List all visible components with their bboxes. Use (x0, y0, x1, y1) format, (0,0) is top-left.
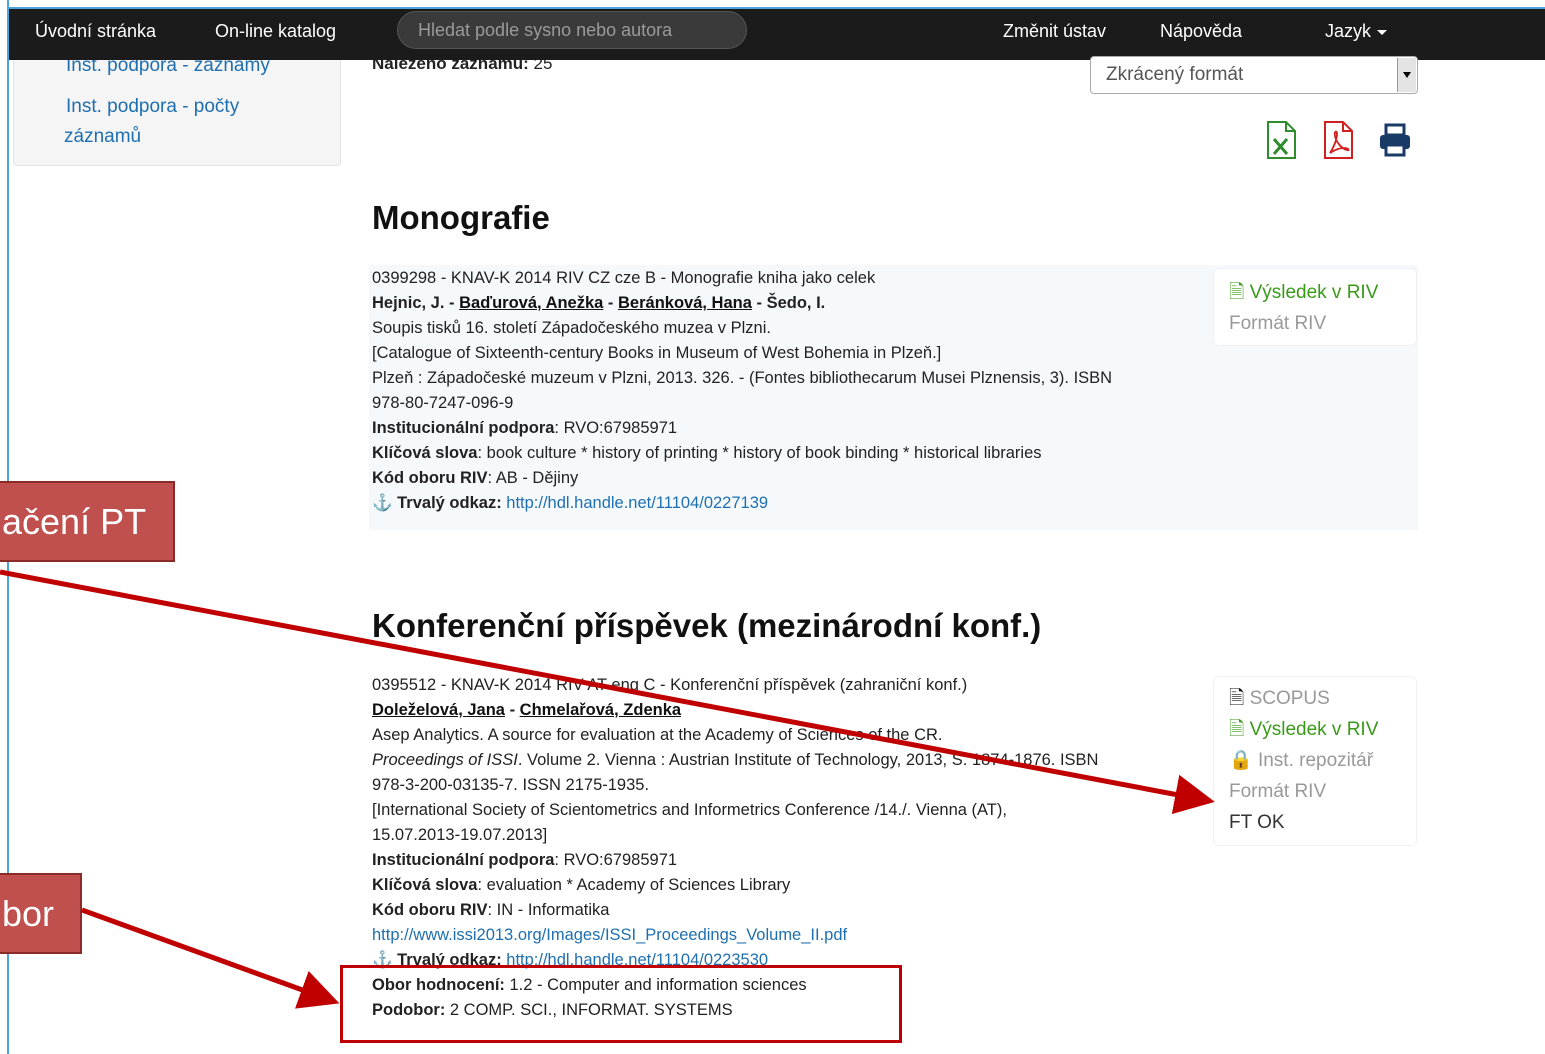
scopus-label: SCOPUS (1249, 688, 1330, 709)
record-id-line: 0395512 - KNAV-K 2014 RIV AT eng C - Kon… (372, 676, 968, 694)
document-icon: 🗎 (1229, 282, 1245, 303)
record-conference-info: [International Society of Scientometrics… (372, 801, 1007, 819)
riv-result-link[interactable]: 🗎 Výsledek v RIV (1229, 277, 1378, 308)
author: Šedo, I. (766, 294, 826, 312)
publication-details: . Volume 2. Vienna : Austrian Institute … (517, 751, 1099, 769)
record-permalink: ⚓ Trvalý odkaz: http://hdl.handle.net/11… (372, 491, 768, 516)
riv-result-label: Výsledek v RIV (1249, 282, 1379, 303)
riv-format-link[interactable]: Formát RIV (1229, 308, 1326, 339)
author-link[interactable]: Doleželová, Jana (372, 701, 505, 719)
permalink-link[interactable]: http://hdl.handle.net/11104/0227139 (506, 494, 768, 512)
author-link[interactable]: Beránková, Hana (618, 294, 752, 312)
record-publication: Proceedings of ISSI. Volume 2. Vienna : … (372, 748, 1098, 773)
support-label: Institucionální podpora (372, 851, 555, 869)
annotation-callout-1: ačení PT (0, 481, 175, 562)
keywords-label: Klíčová slova (372, 444, 478, 462)
record-publication: Plzeň : Západočeské muzeum v Plzni, 2013… (372, 369, 1113, 387)
record-riv-code: Kód oboru RIV: IN - Informatika (372, 898, 609, 923)
annotation-callout-2: bor (0, 873, 82, 954)
nav-language[interactable]: Jazyk (1325, 9, 1388, 60)
record-keywords: Klíčová slova: book culture * history of… (372, 441, 1042, 466)
annotation-arrow-2 (81, 907, 340, 1009)
pdf-icon[interactable] (1322, 121, 1354, 159)
author-link[interactable]: Chmelařová, Zdenka (520, 701, 681, 719)
sidebar-item-inst-support-counts[interactable]: Inst. podpora - počty (66, 92, 239, 122)
dropdown-arrow-icon (1397, 58, 1416, 92)
record-side-links: 🗎 Výsledek v RIV Formát RIV (1213, 268, 1417, 346)
sidebar-item-inst-support-counts-cont[interactable]: záznamů (64, 122, 141, 152)
riv-label: Kód oboru RIV (372, 901, 488, 919)
support-value: : RVO:67985971 (554, 419, 678, 437)
annotation-highlight-box (340, 965, 902, 1043)
author: Hejnic, J. (372, 294, 445, 312)
riv-format-link[interactable]: Formát RIV (1229, 776, 1326, 807)
scopus-link[interactable]: 🗎 SCOPUS (1229, 683, 1330, 714)
record-translated-title: [Catalogue of Sixteenth-century Books in… (372, 344, 942, 362)
record-fulltext: http://www.issi2013.org/Images/ISSI_Proc… (372, 923, 847, 948)
anchor-icon: ⚓ (372, 494, 398, 512)
keywords-label: Klíčová slova (372, 876, 478, 894)
chevron-down-icon (1377, 29, 1388, 35)
keywords-value: : book culture * history of printing * h… (477, 444, 1042, 462)
record-side-links: 🗎 SCOPUS 🗎 Výsledek v RIV 🔒 Inst. repozi… (1213, 676, 1417, 846)
section-heading-monographs: Monografie (372, 199, 550, 236)
permalink-label: Trvalý odkaz: (397, 494, 502, 512)
riv-value: : AB - Dějiny (487, 469, 579, 487)
fulltext-link[interactable]: http://www.issi2013.org/Images/ISSI_Proc… (372, 926, 847, 944)
nav-online-catalog[interactable]: On-line katalog (215, 9, 336, 60)
repository-label: Inst. repozitář (1257, 750, 1374, 771)
top-navbar: Úvodní stránka On-line katalog Změnit ús… (9, 9, 1545, 60)
record-keywords: Klíčová slova: evaluation * Academy of S… (372, 873, 790, 898)
fulltext-status: FT OK (1229, 812, 1285, 833)
record-isbn: 978-80-7247-096-9 (372, 394, 514, 412)
record-title: Asep Analytics. A source for evaluation … (372, 726, 943, 744)
record-isbn: 978-3-200-03135-7. ISSN 2175-1935. (372, 776, 650, 794)
nav-help[interactable]: Nápověda (1160, 9, 1242, 60)
riv-result-label: Výsledek v RIV (1249, 719, 1379, 740)
record-support: Institucionální podpora: RVO:67985971 (372, 416, 677, 441)
repository-link[interactable]: 🔒 Inst. repozitář (1229, 745, 1373, 776)
nav-language-label: Jazyk (1325, 21, 1372, 41)
support-label: Institucionální podpora (372, 419, 555, 437)
format-select[interactable]: Zkrácený formát (1090, 56, 1418, 94)
record-title: Soupis tisků 16. století Západočeského m… (372, 319, 771, 337)
record-authors: Doleželová, Jana - Chmelařová, Zdenka (372, 701, 682, 719)
author-link[interactable]: Baďurová, Anežka (459, 294, 603, 312)
riv-value: : IN - Informatika (487, 901, 610, 919)
record-id-line: 0399298 - KNAV-K 2014 RIV CZ cze B - Mon… (372, 269, 876, 287)
record-authors: Hejnic, J. - Baďurová, Anežka - Beránkov… (372, 294, 826, 312)
excel-icon[interactable] (1265, 121, 1297, 159)
riv-result-link[interactable]: 🗎 Výsledek v RIV (1229, 714, 1378, 745)
record-riv-code: Kód oboru RIV: AB - Dějiny (372, 466, 578, 491)
lock-icon: 🔒 (1229, 750, 1253, 771)
record-monograph: 0399298 - KNAV-K 2014 RIV CZ cze B - Mon… (372, 266, 1202, 526)
record-support: Institucionální podpora: RVO:67985971 (372, 848, 677, 873)
document-icon: 🗎 (1229, 719, 1245, 740)
riv-label: Kód oboru RIV (372, 469, 488, 487)
publication-source: Proceedings of ISSI (372, 751, 518, 769)
section-heading-conference: Konferenční příspěvek (mezinárodní konf.… (372, 607, 1042, 644)
print-icon[interactable] (1378, 121, 1412, 159)
nav-change-institute[interactable]: Změnit ústav (1003, 9, 1106, 60)
keywords-value: : evaluation * Academy of Sciences Libra… (477, 876, 791, 894)
document-icon: 🗎 (1229, 688, 1245, 709)
nav-home[interactable]: Úvodní stránka (35, 9, 156, 60)
format-select-value: Zkrácený formát (1106, 64, 1244, 85)
record-conference-dates: 15.07.2013-19.07.2013] (372, 826, 548, 844)
support-value: : RVO:67985971 (554, 851, 678, 869)
search-input[interactable] (397, 11, 747, 49)
